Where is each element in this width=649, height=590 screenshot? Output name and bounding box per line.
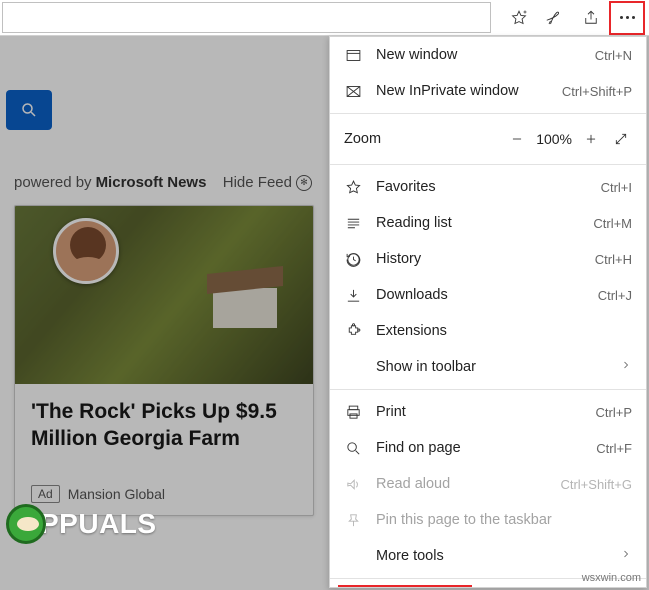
address-bar[interactable] — [2, 2, 491, 33]
notes-icon[interactable] — [537, 1, 573, 35]
star-icon — [344, 178, 362, 196]
search-button[interactable] — [6, 90, 52, 130]
appuals-logo: PPUALS — [6, 498, 186, 550]
feed-attribution: powered by Microsoft News Hide Feed ✻ — [14, 174, 330, 191]
window-icon — [344, 46, 362, 64]
history-icon — [344, 250, 362, 268]
watermark: wsxwin.com — [582, 572, 641, 584]
ellipsis-icon — [620, 16, 635, 19]
house-graphic — [213, 288, 277, 328]
menu-new-inprivate[interactable]: New InPrivate window Ctrl+Shift+P — [330, 73, 646, 109]
menu-extensions[interactable]: Extensions — [330, 313, 646, 349]
fullscreen-button[interactable] — [606, 124, 636, 154]
zoom-in-button[interactable] — [576, 124, 606, 154]
menu-read-aloud: Read aloud Ctrl+Shift+G — [330, 466, 646, 502]
gear-small-icon[interactable]: ✻ — [296, 175, 312, 191]
menu-favorites[interactable]: Favorites Ctrl+I — [330, 169, 646, 205]
menu-reading-list[interactable]: Reading list Ctrl+M — [330, 205, 646, 241]
extensions-icon — [344, 322, 362, 340]
browser-topbar — [0, 0, 649, 36]
page-content: powered by Microsoft News Hide Feed ✻ 'T… — [0, 72, 330, 516]
chevron-right-icon — [620, 548, 632, 564]
menu-print[interactable]: Print Ctrl+P — [330, 394, 646, 430]
read-aloud-icon — [344, 475, 362, 493]
share-icon[interactable] — [573, 1, 609, 35]
powered-prefix: powered by — [14, 174, 92, 191]
menu-separator — [330, 113, 646, 114]
avatar — [53, 218, 119, 284]
print-icon — [344, 403, 362, 421]
zoom-out-button[interactable] — [502, 124, 532, 154]
powered-brand: Microsoft News — [96, 174, 207, 191]
menu-history[interactable]: History Ctrl+H — [330, 241, 646, 277]
favorites-star-icon[interactable] — [501, 1, 537, 35]
toolbar-icons — [491, 0, 649, 35]
chevron-right-icon — [620, 359, 632, 375]
inprivate-icon — [344, 82, 362, 100]
pin-icon — [344, 511, 362, 529]
menu-find[interactable]: Find on page Ctrl+F — [330, 430, 646, 466]
hide-feed-link[interactable]: Hide Feed — [223, 174, 292, 191]
news-headline: 'The Rock' Picks Up $9.5 Million Georgia… — [15, 384, 313, 463]
news-thumbnail — [15, 206, 313, 384]
reading-list-icon — [344, 214, 362, 232]
zoom-value: 100% — [532, 131, 576, 147]
download-icon — [344, 286, 362, 304]
menu-more-tools[interactable]: More tools — [330, 538, 646, 574]
more-menu-button[interactable] — [609, 1, 645, 35]
menu-pin-taskbar: Pin this page to the taskbar — [330, 502, 646, 538]
more-menu: New window Ctrl+N New InPrivate window C… — [329, 36, 647, 588]
menu-separator — [330, 389, 646, 390]
menu-separator — [330, 164, 646, 165]
menu-downloads[interactable]: Downloads Ctrl+J — [330, 277, 646, 313]
menu-new-window[interactable]: New window Ctrl+N — [330, 37, 646, 73]
highlight-box — [338, 585, 472, 589]
menu-show-in-toolbar[interactable]: Show in toolbar — [330, 349, 646, 385]
menu-zoom: Zoom 100% — [330, 118, 646, 160]
mascot-icon — [6, 504, 46, 544]
search-icon — [344, 439, 362, 457]
news-card[interactable]: 'The Rock' Picks Up $9.5 Million Georgia… — [14, 205, 314, 516]
